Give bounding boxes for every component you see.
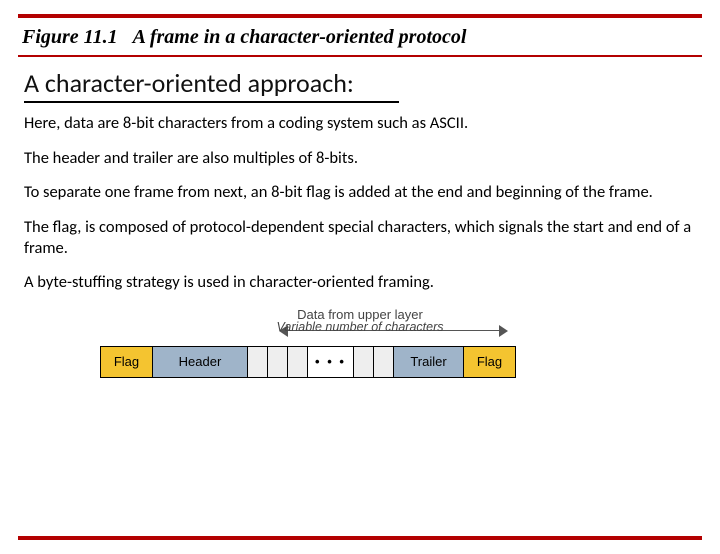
cell-data-1 — [248, 346, 268, 378]
paragraph-2: The header and trailer are also multiple… — [24, 148, 696, 169]
cell-header: Header — [153, 346, 248, 378]
paragraph-3: To separate one frame from next, an 8-bi… — [24, 182, 696, 203]
cell-flag-start: Flag — [101, 346, 153, 378]
cell-flag-end: Flag — [464, 346, 516, 378]
cell-data-5 — [374, 346, 394, 378]
frame-diagram: Data from upper layer Variable number of… — [100, 307, 620, 378]
figure-caption: A frame in a character-oriented protocol — [133, 26, 467, 48]
arrow-right-icon — [499, 325, 508, 337]
diagram-span-arrow: Variable number of characters — [100, 324, 620, 338]
arrow-line — [287, 330, 500, 332]
top-rule-thin — [18, 55, 702, 57]
paragraph-5: A byte-stuffing strategy is used in char… — [24, 272, 696, 293]
section-subtitle: A character-oriented approach: — [24, 67, 696, 99]
figure-heading: Figure 11.1 A frame in a character-orien… — [22, 26, 698, 49]
cell-data-4 — [354, 346, 374, 378]
cell-trailer: Trailer — [394, 346, 464, 378]
frame-structure: Flag Header • • • Trailer Flag — [100, 346, 620, 378]
paragraph-4: The flag, is composed of protocol-depend… — [24, 217, 696, 258]
figure-number: Figure 11.1 — [22, 26, 118, 48]
bottom-rule — [18, 536, 702, 540]
top-rule-thick — [18, 14, 702, 18]
cell-data-3 — [288, 346, 308, 378]
diagram-upper-label: Data from upper layer — [100, 307, 620, 322]
diagram-span-label: Variable number of characters — [100, 320, 620, 334]
cell-ellipsis: • • • — [308, 346, 354, 378]
paragraph-1: Here, data are 8-bit characters from a c… — [24, 113, 696, 134]
subtitle-underline — [24, 101, 399, 103]
cell-data-2 — [268, 346, 288, 378]
